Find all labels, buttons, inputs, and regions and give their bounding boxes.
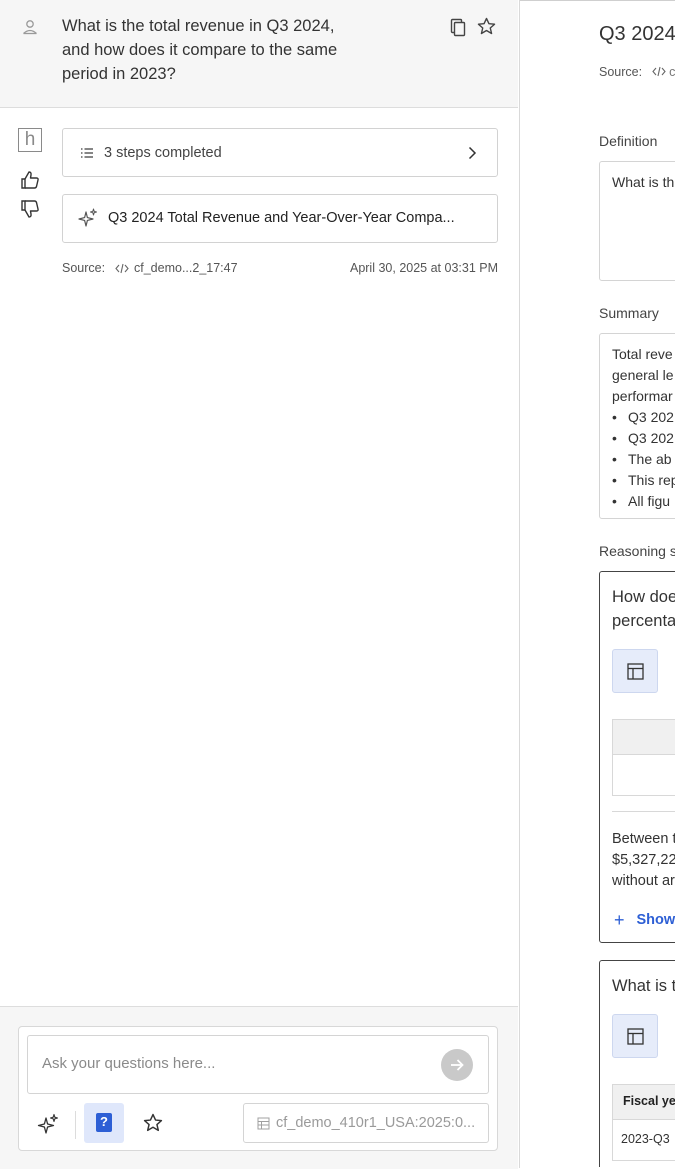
user-icon bbox=[23, 20, 37, 35]
table-icon bbox=[257, 1117, 270, 1130]
dataset-label: cf_demo_410r1_USA:2025:0... bbox=[276, 1115, 476, 1131]
table-layout-icon bbox=[627, 663, 644, 680]
question-mark-icon: ? bbox=[96, 1113, 112, 1132]
step-paragraph-line: Between t bbox=[612, 831, 675, 847]
composer: ? cf_demo_410r1_USA:2025:0... bbox=[18, 1026, 498, 1151]
summary-label: Summary bbox=[599, 305, 659, 321]
composer-area: ? cf_demo_410r1_USA:2025:0... bbox=[0, 1006, 518, 1169]
source-file-link[interactable]: cf_demo...2_17:47 bbox=[134, 261, 238, 275]
code-icon bbox=[115, 263, 129, 274]
dataset-selector[interactable]: cf_demo_410r1_USA:2025:0... bbox=[243, 1103, 489, 1143]
reasoning-step-card: What is t Fiscal yea 2023-Q3 bbox=[599, 960, 675, 1167]
result-table bbox=[612, 719, 675, 796]
definition-text: What is th bbox=[612, 174, 675, 190]
summary-bullet: This rep bbox=[612, 472, 675, 488]
plus-icon: + bbox=[614, 910, 625, 930]
result-table: Fiscal yea 2023-Q3 bbox=[612, 1084, 675, 1161]
table-row bbox=[613, 755, 675, 795]
copy-icon[interactable] bbox=[448, 17, 468, 37]
detail-source-file[interactable]: c bbox=[669, 65, 675, 79]
show-more-label: Show bbox=[636, 912, 675, 928]
table-cell: 2023-Q3 bbox=[621, 1132, 670, 1146]
help-button[interactable]: ? bbox=[84, 1103, 124, 1143]
send-button[interactable] bbox=[441, 1049, 473, 1081]
table-header bbox=[613, 720, 675, 755]
sparkle-tool-icon[interactable] bbox=[37, 1113, 59, 1135]
assistant-logo: h bbox=[18, 128, 42, 152]
reasoning-label: Reasoning s bbox=[599, 543, 675, 559]
summary-bullet: All figu bbox=[612, 493, 670, 509]
table-header-cell: Fiscal yea bbox=[623, 1094, 675, 1108]
code-icon bbox=[651, 66, 666, 77]
table-row: 2023-Q3 bbox=[613, 1120, 675, 1160]
reasoning-step-card: How doe percenta Between t $5,327,22 wit… bbox=[599, 571, 675, 943]
table-view-toggle[interactable] bbox=[612, 649, 658, 693]
summary-bullet: The ab bbox=[612, 451, 672, 467]
definition-label: Definition bbox=[599, 133, 658, 149]
star-icon[interactable] bbox=[476, 16, 497, 37]
question-header: What is the total revenue in Q3 2024, an… bbox=[0, 0, 518, 108]
table-view-toggle[interactable] bbox=[612, 1014, 658, 1058]
list-icon bbox=[81, 148, 93, 158]
star-tool-icon[interactable] bbox=[142, 1112, 164, 1134]
detail-source-label: Source: bbox=[599, 65, 643, 79]
step-question-line: What is t bbox=[612, 977, 675, 995]
source-date: April 30, 2025 at 03:31 PM bbox=[349, 261, 498, 275]
detail-title: Q3 2024 bbox=[599, 23, 675, 45]
step-paragraph-line: $5,327,22 bbox=[612, 852, 675, 868]
question-text: What is the total revenue in Q3 2024, an… bbox=[62, 17, 338, 83]
summary-line: general le bbox=[612, 367, 674, 383]
summary-line: Total reve bbox=[612, 346, 673, 362]
steps-label: 3 steps completed bbox=[104, 145, 222, 161]
steps-card[interactable]: 3 steps completed bbox=[62, 128, 498, 177]
sparkle-icon bbox=[78, 208, 97, 227]
summary-bullet: Q3 202 bbox=[612, 430, 674, 446]
chevron-right-icon bbox=[468, 146, 477, 160]
detail-pane: Q3 2024 Source: c Definition What is th … bbox=[520, 1, 675, 1167]
summary-box: Total reve general le performar Q3 202 Q… bbox=[599, 333, 675, 519]
arrow-right-icon bbox=[451, 1059, 464, 1071]
summary-line: performar bbox=[612, 388, 673, 404]
table-layout-icon bbox=[627, 1028, 644, 1045]
thumbs-up-icon[interactable] bbox=[19, 169, 41, 191]
detail-source: Source: c bbox=[599, 65, 675, 79]
ask-box bbox=[27, 1035, 489, 1094]
chat-pane: What is the total revenue in Q3 2024, an… bbox=[0, 0, 520, 1169]
step-paragraph-line: without ar bbox=[612, 873, 675, 889]
toolbar-divider bbox=[75, 1111, 76, 1139]
divider bbox=[612, 811, 675, 812]
answer-card[interactable]: Q3 2024 Total Revenue and Year-Over-Year… bbox=[62, 194, 498, 243]
step-question-line: How doe bbox=[612, 588, 675, 606]
definition-box: What is th bbox=[599, 161, 675, 281]
thumbs-down-icon[interactable] bbox=[19, 198, 41, 220]
step-question-line: percenta bbox=[612, 612, 675, 630]
source-label: Source: bbox=[62, 261, 106, 275]
summary-bullet: Q3 202 bbox=[612, 409, 674, 425]
show-more-button[interactable]: + Show bbox=[614, 910, 675, 931]
ask-input[interactable] bbox=[40, 1054, 434, 1073]
answer-title: Q3 2024 Total Revenue and Year-Over-Year… bbox=[108, 210, 455, 226]
table-header: Fiscal yea bbox=[613, 1085, 675, 1120]
